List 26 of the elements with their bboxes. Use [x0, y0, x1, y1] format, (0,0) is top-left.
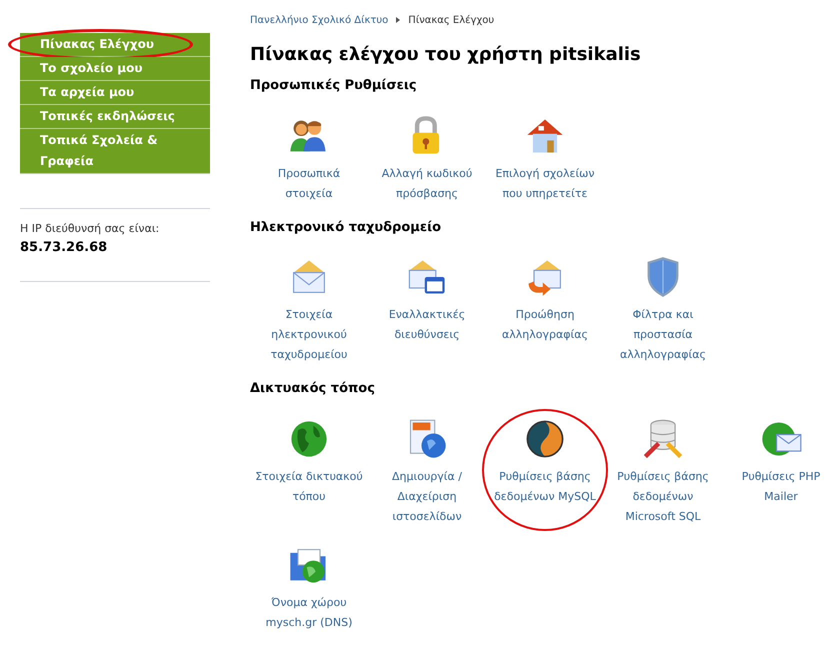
- panel-link[interactable]: Ρυθμίσεις βάσης δεδομένων MySQL: [491, 466, 599, 506]
- section-heading: Προσωπικές Ρυθμίσεις: [250, 77, 418, 95]
- panel-link[interactable]: Στοιχεία ηλεκτρονικού ταχυδρομείου: [255, 305, 363, 365]
- panel-link[interactable]: Προσωπικά στοιχεία: [255, 164, 363, 204]
- section-heading: Ηλεκτρονικό ταχυδρομείο: [250, 218, 442, 236]
- sidebar-link[interactable]: Το σχολείο μου: [20, 57, 210, 81]
- panel-link[interactable]: Επιλογή σχολείων που υπηρετείτε: [491, 164, 599, 204]
- sidebar-link[interactable]: Τοπικά Σχολεία & Γραφεία: [20, 129, 210, 174]
- panel-link[interactable]: Προώθηση αλληλογραφίας: [491, 305, 599, 345]
- ip-label: Η IP διεύθυνσή σας είναι:: [20, 221, 160, 237]
- panel-link[interactable]: Εναλλακτικές διευθύνσεις: [373, 305, 481, 345]
- sidebar-link[interactable]: Τα αρχεία μου: [20, 81, 210, 105]
- sidebar-link[interactable]: Πίνακας Ελέγχου: [20, 33, 210, 57]
- panel-link[interactable]: Στοιχεία δικτυακού τόπου: [255, 466, 363, 506]
- panel-link[interactable]: Φίλτρα και προστασία αλληλογραφίας: [609, 305, 717, 365]
- section-heading: Δικτυακός τόπος: [250, 380, 376, 398]
- panel-link[interactable]: Ρυθμίσεις PHP Mailer: [727, 466, 835, 506]
- page-title: Πίνακας ελέγχου του χρήστη pitsikalis: [250, 43, 642, 67]
- panel-link[interactable]: Ρυθμίσεις βάσης δεδομένων Microsoft SQL: [609, 466, 717, 526]
- panel-link[interactable]: Όνομα χώρου mysch.gr (DNS): [255, 592, 363, 632]
- ip-address: 85.73.26.68: [20, 238, 108, 256]
- breadcrumb-current[interactable]: Πίνακας Ελέγχου: [408, 12, 494, 28]
- panel-link[interactable]: Αλλαγή κωδικού πρόσβασης: [373, 164, 481, 204]
- panel-link[interactable]: Δημιουργία / Διαχείριση ιστοσελίδων: [373, 466, 481, 526]
- breadcrumb-link[interactable]: Πανελλήνιο Σχολικό Δίκτυο: [250, 12, 388, 28]
- sidebar-link[interactable]: Τοπικές εκδηλώσεις: [20, 105, 210, 129]
